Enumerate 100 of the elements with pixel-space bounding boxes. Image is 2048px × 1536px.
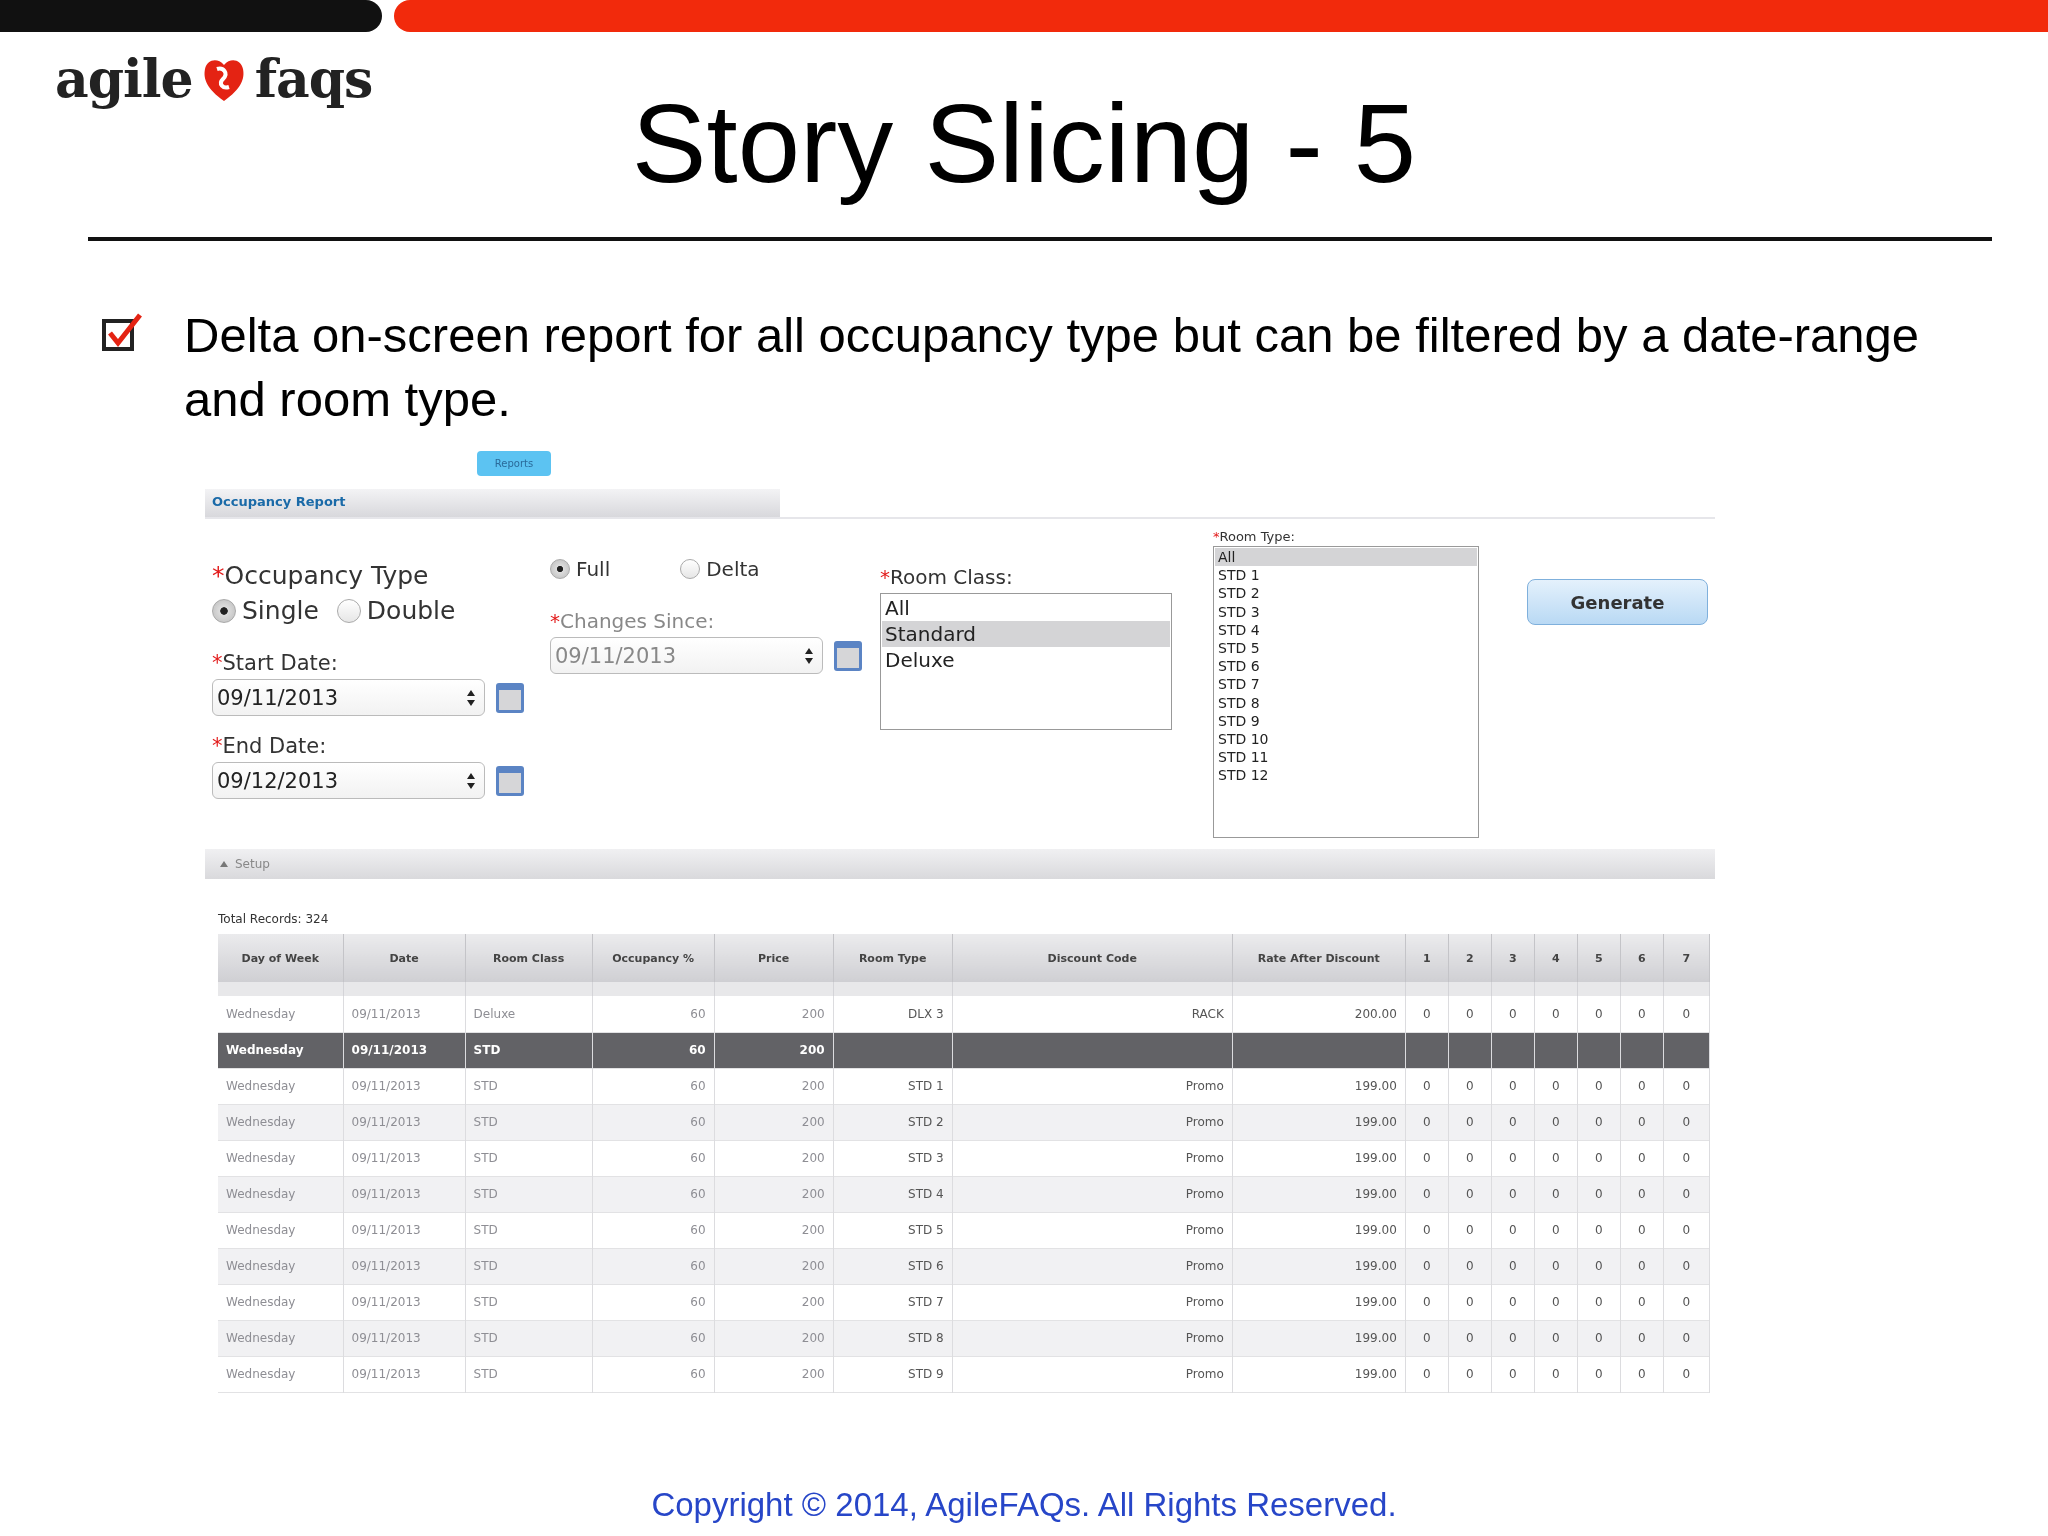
table-row[interactable]: Wednesday 09/11/2013 STD 60 200 STD 4 Promo 199.00 0 0 0 0 0 0 0 <box>218 1176 1710 1212</box>
total-records: Total Records: 324 <box>218 912 330 926</box>
table-cell: 0 <box>1534 1140 1578 1176</box>
field-label: *Room Type: <box>1213 529 1296 544</box>
table-row[interactable]: Wednesday 09/11/2013 Deluxe 60 200 DLX 3 RACK 200.00 0 0 0 0 0 0 0 <box>218 996 1710 1032</box>
table-cell: 0 <box>1577 1068 1621 1104</box>
table-cell: 0 <box>1620 1284 1664 1320</box>
table-cell: 0 <box>1577 1212 1621 1248</box>
column-header[interactable]: Room Class <box>465 934 593 982</box>
list-item[interactable]: STD 9 <box>1215 711 1477 730</box>
field-label: *Room Class: <box>880 565 1014 589</box>
date-field[interactable]: 09/11/2013 <box>212 679 485 716</box>
table-cell: STD <box>465 1356 593 1392</box>
table-cell: Promo <box>952 1140 1233 1176</box>
table-cell: 09/11/2013 <box>343 1104 466 1140</box>
table-cell: 09/11/2013 <box>343 1176 466 1212</box>
table-cell: 09/11/2013 <box>343 1356 466 1392</box>
table-cell: 0 <box>1620 1320 1664 1356</box>
radio-button[interactable] <box>336 598 361 623</box>
column-header[interactable]: 2 <box>1448 934 1492 982</box>
table-cell: Promo <box>952 1104 1233 1140</box>
generate-button[interactable]: Generate <box>1527 579 1708 625</box>
radio-button[interactable] <box>550 559 570 579</box>
list-item[interactable]: All <box>882 595 1170 621</box>
list-item[interactable]: STD 10 <box>1215 729 1477 749</box>
table-cell: 60 <box>592 1140 715 1176</box>
table-cell: STD <box>465 1032 593 1068</box>
table-cell: 199.00 <box>1232 1068 1406 1104</box>
table-cell: 60 <box>592 1212 715 1248</box>
table-cell: 200 <box>714 1140 834 1176</box>
copyright: Copyright © 2014, AgileFAQs. All Rights Reserved. <box>650 1486 1398 1524</box>
room-class-list[interactable]: All Standard Deluxe <box>880 593 1172 730</box>
list-item[interactable]: STD 11 <box>1215 748 1477 767</box>
table-cell: 0 <box>1448 1140 1492 1176</box>
table-row[interactable]: Wednesday 09/11/2013 STD 60 200 STD 1 Promo 199.00 0 0 0 0 0 0 0 <box>218 1068 1710 1104</box>
table-cell: 0 <box>1448 1356 1492 1392</box>
table-cell: STD 2 <box>833 1104 953 1140</box>
radio-button[interactable] <box>212 598 236 623</box>
list-item[interactable]: STD 1 <box>1215 566 1477 585</box>
list-item[interactable]: All <box>1215 548 1477 567</box>
list-item[interactable]: STD 4 <box>1215 620 1477 639</box>
list-item[interactable]: STD 3 <box>1215 602 1477 621</box>
table-row[interactable]: Wednesday 09/11/2013 STD 60 200 STD 9 Promo 199.00 0 0 0 0 0 0 0 <box>218 1356 1710 1392</box>
column-header[interactable]: 1 <box>1405 934 1449 982</box>
radio-button[interactable] <box>680 559 701 579</box>
table-cell: 200 <box>714 1104 834 1140</box>
list-item[interactable]: STD 2 <box>1215 584 1477 603</box>
table-cell: Wednesday <box>218 1284 344 1320</box>
column-header[interactable]: 6 <box>1620 934 1664 982</box>
table-cell: 200 <box>714 1356 834 1392</box>
table-cell: STD 9 <box>833 1356 953 1392</box>
table-cell: Wednesday <box>218 1140 344 1176</box>
calendar-icon[interactable] <box>495 681 525 714</box>
column-header[interactable]: 7 <box>1663 934 1710 982</box>
table-cell: 0 <box>1491 1284 1535 1320</box>
panel-title: Occupancy Report <box>205 489 780 517</box>
table-row[interactable]: Wednesday 09/11/2013 STD 60 200 STD 2 Promo 199.00 0 0 0 0 0 0 0 <box>218 1104 1710 1140</box>
table-cell: STD <box>465 1176 593 1212</box>
table-cell: 0 <box>1405 1140 1449 1176</box>
column-header[interactable]: 5 <box>1577 934 1621 982</box>
list-item[interactable]: Standard <box>882 621 1170 647</box>
table-cell: 200 <box>714 1320 834 1356</box>
column-header[interactable]: Date <box>343 934 466 982</box>
table-cell: 0 <box>1534 1248 1578 1284</box>
list-item[interactable]: STD 6 <box>1215 657 1477 676</box>
column-header[interactable]: 3 <box>1491 934 1535 982</box>
column-header[interactable]: 4 <box>1534 934 1578 982</box>
column-header[interactable]: Rate After Discount <box>1232 934 1406 982</box>
table-cell: 0 <box>1405 1212 1449 1248</box>
calendar-icon[interactable] <box>495 764 525 797</box>
column-header[interactable]: Price <box>714 934 834 982</box>
calendar-icon[interactable] <box>833 639 863 672</box>
table-cell: 0 <box>1577 1320 1621 1356</box>
table-cell: 60 <box>592 1068 715 1104</box>
date-field[interactable]: 09/12/2013 <box>212 762 485 799</box>
list-item[interactable]: STD 5 <box>1215 638 1477 658</box>
table-row[interactable]: Wednesday 09/11/2013 STD 60 200 STD 3 Promo 199.00 0 0 0 0 0 0 0 <box>218 1140 1710 1176</box>
table-row[interactable]: Wednesday 09/11/2013 STD 60 200 STD 7 Promo 199.00 0 0 0 0 0 0 0 <box>218 1284 1710 1320</box>
table-cell: 200 <box>714 996 834 1032</box>
table-row[interactable]: Wednesday 09/11/2013 STD 60 200 STD 8 Promo 199.00 0 0 0 0 0 0 0 <box>218 1320 1710 1356</box>
table-row[interactable]: Wednesday 09/11/2013 STD 60 200 STD 5 Promo 199.00 0 0 0 0 0 0 0 <box>218 1212 1710 1248</box>
table-cell: 199.00 <box>1232 1104 1406 1140</box>
room-type-list[interactable]: All STD 1 STD 2 STD 3 STD 4 STD 5 STD 6 STD 7 STD 8 STD 9 STD 10 STD 11 STD 12 <box>1213 546 1479 838</box>
list-item[interactable]: STD 12 <box>1215 766 1477 785</box>
list-item[interactable]: STD 8 <box>1215 693 1477 712</box>
table-row[interactable]: Wednesday 09/11/2013 STD 60 200 <box>218 1032 1710 1068</box>
column-header[interactable]: Discount Code <box>952 934 1233 982</box>
stepper-icon <box>466 688 476 707</box>
table-row[interactable]: Wednesday 09/11/2013 STD 60 200 STD 6 Promo 199.00 0 0 0 0 0 0 0 <box>218 1248 1710 1284</box>
table-cell: 0 <box>1448 996 1492 1032</box>
table-cell: Wednesday <box>218 1068 344 1104</box>
column-header[interactable]: Occupancy % <box>592 934 715 982</box>
table-cell: 0 <box>1405 1068 1449 1104</box>
table-cell: 0 <box>1448 1284 1492 1320</box>
bullet-text: Delta on-screen report for all occupancy type but can be filtered by a date-range and room type. <box>184 307 1921 428</box>
list-item[interactable]: STD 7 <box>1215 675 1477 694</box>
column-header[interactable]: Day of Week <box>218 934 344 982</box>
column-header[interactable]: Room Type <box>833 934 953 982</box>
list-item[interactable]: Deluxe <box>882 647 1170 673</box>
table-cell: 0 <box>1448 1320 1492 1356</box>
